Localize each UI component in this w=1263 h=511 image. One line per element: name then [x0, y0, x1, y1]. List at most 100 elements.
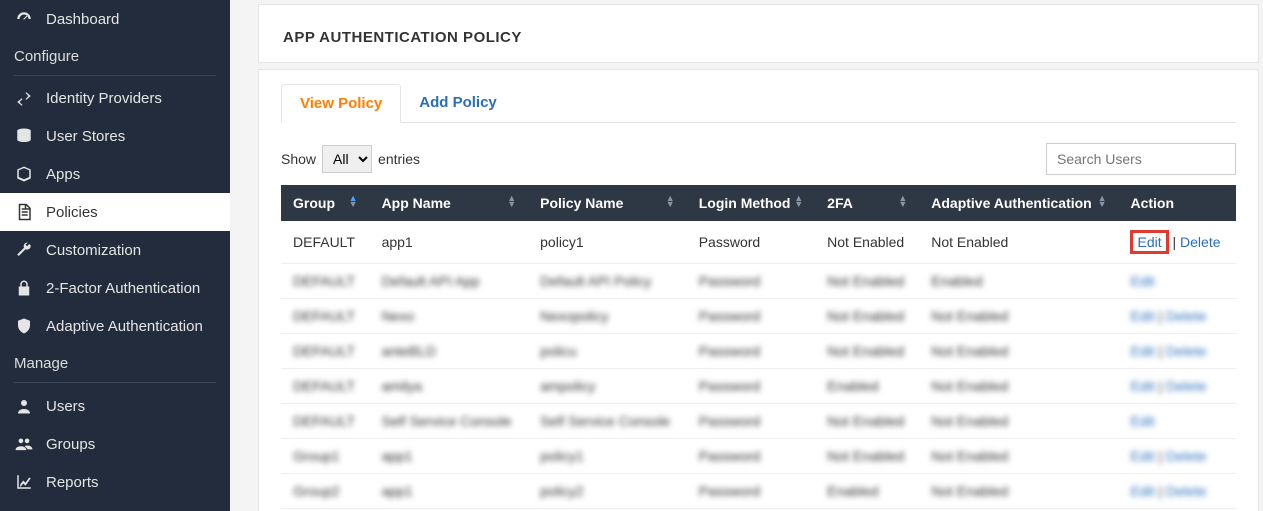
sidebar-item-policies[interactable]: Policies: [0, 193, 230, 231]
sort-icon: ▲▼: [1098, 195, 1107, 207]
cell-adaptive: Not Enabled: [919, 369, 1118, 404]
cell-action: Edit: [1118, 264, 1236, 299]
cell-group: Group2: [281, 474, 370, 509]
cell-app: amilya: [370, 369, 529, 404]
cell-adaptive: Not Enabled: [919, 221, 1118, 264]
cell-group: DEFAULT: [281, 334, 370, 369]
cell-adaptive: Not Enabled: [919, 474, 1118, 509]
group-icon: [14, 435, 34, 453]
col-policy-name[interactable]: Policy Name▲▼: [528, 185, 687, 221]
table-row: DEFAULTanteBLDpolicuPasswordNot EnabledN…: [281, 334, 1236, 369]
edit-link[interactable]: Edit: [1137, 234, 1161, 250]
edit-link[interactable]: Edit: [1130, 273, 1154, 289]
col-app-name[interactable]: App Name▲▼: [370, 185, 529, 221]
cell-login: Password: [687, 264, 815, 299]
delete-link[interactable]: Delete: [1166, 378, 1206, 394]
cell-policy: policu: [528, 334, 687, 369]
sidebar-item-label: Adaptive Authentication: [46, 318, 203, 335]
sidebar-item-label: Users: [46, 398, 85, 415]
table-row: DEFAULTapp1policy1PasswordNot EnabledNot…: [281, 221, 1236, 264]
sidebar-item-customization[interactable]: Customization: [0, 231, 230, 269]
cell-adaptive: Not Enabled: [919, 439, 1118, 474]
sidebar-item-apps[interactable]: Apps: [0, 155, 230, 193]
sidebar-section-configure: Configure: [0, 38, 230, 71]
cell-action: Edit | Delete: [1118, 221, 1236, 264]
col-action: Action: [1118, 185, 1236, 221]
sort-icon: ▲▼: [507, 195, 516, 207]
sidebar-item-label: Dashboard: [46, 11, 119, 28]
edit-link[interactable]: Edit: [1130, 413, 1154, 429]
cell-policy: policy2: [528, 474, 687, 509]
col-2fa[interactable]: 2FA▲▼: [815, 185, 919, 221]
sidebar-item-label: Reports: [46, 474, 99, 491]
edit-link[interactable]: Edit: [1130, 308, 1154, 324]
cell-action: Edit: [1118, 404, 1236, 439]
delete-link[interactable]: Delete: [1166, 308, 1206, 324]
cell-2fa: Not Enabled: [815, 439, 919, 474]
sidebar-item-groups[interactable]: Groups: [0, 425, 230, 463]
col-login-method[interactable]: Login Method▲▼: [687, 185, 815, 221]
cell-login: Password: [687, 439, 815, 474]
cell-login: Password: [687, 369, 815, 404]
search-input[interactable]: [1046, 143, 1236, 175]
delete-link[interactable]: Delete: [1166, 483, 1206, 499]
cell-adaptive: Enabled: [919, 264, 1118, 299]
sidebar-item-dashboard[interactable]: Dashboard: [0, 0, 230, 38]
cell-group: DEFAULT: [281, 299, 370, 334]
cell-adaptive: Not Enabled: [919, 299, 1118, 334]
cell-login: Password: [687, 404, 815, 439]
cell-app: Self Service Console: [370, 404, 529, 439]
cell-adaptive: Not Enabled: [919, 404, 1118, 439]
entries-select[interactable]: All: [322, 145, 372, 173]
edit-link[interactable]: Edit: [1130, 483, 1154, 499]
cell-action: Edit | Delete: [1118, 334, 1236, 369]
cell-2fa: Not Enabled: [815, 334, 919, 369]
cell-2fa: Not Enabled: [815, 299, 919, 334]
cell-2fa: Not Enabled: [815, 404, 919, 439]
tab-add-policy[interactable]: Add Policy: [401, 84, 515, 122]
cell-2fa: Not Enabled: [815, 221, 919, 264]
edit-link[interactable]: Edit: [1130, 343, 1154, 359]
delete-link[interactable]: Delete: [1180, 234, 1220, 250]
cell-login: Password: [687, 474, 815, 509]
sidebar-item-adaptive-auth[interactable]: Adaptive Authentication: [0, 307, 230, 345]
edit-link[interactable]: Edit: [1130, 378, 1154, 394]
sidebar-item-user-stores[interactable]: User Stores: [0, 117, 230, 155]
cell-group: DEFAULT: [281, 264, 370, 299]
policy-table: Group▲▼ App Name▲▼ Policy Name▲▼ Login M…: [281, 185, 1236, 509]
col-group[interactable]: Group▲▼: [281, 185, 370, 221]
sidebar-item-label: Policies: [46, 204, 98, 221]
cell-app: app1: [370, 439, 529, 474]
main-content: APP AUTHENTICATION POLICY View Policy Ad…: [230, 0, 1263, 511]
sidebar-item-label: Apps: [46, 166, 80, 183]
cell-group: Group1: [281, 439, 370, 474]
sidebar-item-users[interactable]: Users: [0, 387, 230, 425]
cell-group: DEFAULT: [281, 369, 370, 404]
cell-action: Edit | Delete: [1118, 369, 1236, 404]
cell-policy: Default API Policy: [528, 264, 687, 299]
delete-link[interactable]: Delete: [1166, 448, 1206, 464]
sidebar-item-reports[interactable]: Reports: [0, 463, 230, 501]
tab-view-policy[interactable]: View Policy: [281, 84, 401, 123]
cell-2fa: Not Enabled: [815, 264, 919, 299]
sidebar-item-label: User Stores: [46, 128, 125, 145]
cell-policy: Self Service Console: [528, 404, 687, 439]
sidebar-item-identity-providers[interactable]: Identity Providers: [0, 80, 230, 117]
col-adaptive-auth[interactable]: Adaptive Authentication▲▼: [919, 185, 1118, 221]
edit-link[interactable]: Edit: [1130, 448, 1154, 464]
sidebar-item-2fa[interactable]: 2-Factor Authentication: [0, 269, 230, 307]
tabs: View Policy Add Policy: [281, 70, 1236, 123]
delete-link[interactable]: Delete: [1166, 343, 1206, 359]
cell-policy: ampolicy: [528, 369, 687, 404]
sort-icon: ▲▼: [666, 195, 675, 207]
wrench-icon: [14, 241, 34, 259]
policy-table-body: DEFAULTapp1policy1PasswordNot EnabledNot…: [281, 221, 1236, 509]
sidebar-section-manage: Manage: [0, 345, 230, 378]
document-icon: [14, 203, 34, 221]
lock-icon: [14, 279, 34, 297]
cell-app: Default API App: [370, 264, 529, 299]
chart-icon: [14, 473, 34, 491]
cell-action: Edit | Delete: [1118, 474, 1236, 509]
table-row: DEFAULTNexoNexopolicyPasswordNot Enabled…: [281, 299, 1236, 334]
sort-icon: ▲▼: [898, 195, 907, 207]
